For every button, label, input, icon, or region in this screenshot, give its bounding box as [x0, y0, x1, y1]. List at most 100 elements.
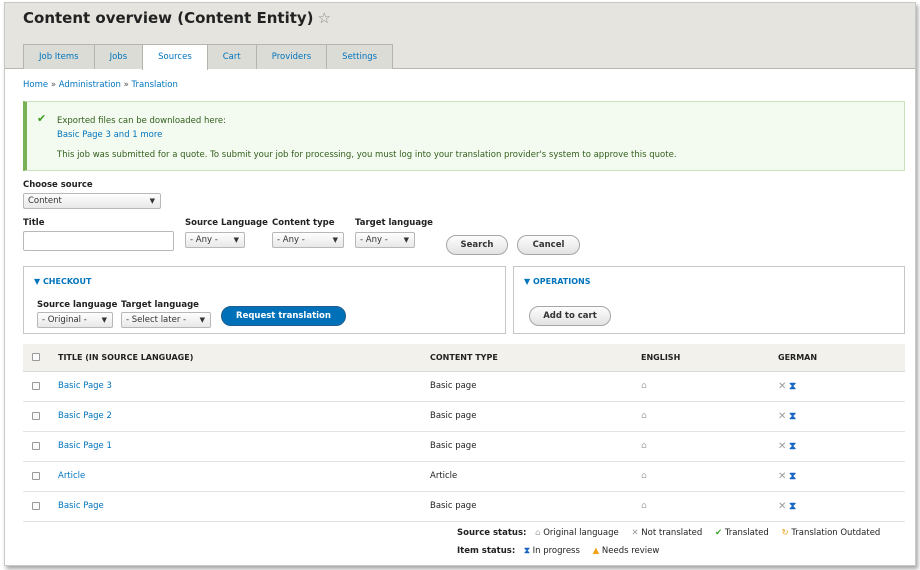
checkout-target-language-label: Target language	[121, 300, 199, 310]
legend-needs-review: Needs review	[601, 546, 660, 556]
add-to-cart-button[interactable]: Add to cart	[529, 306, 611, 326]
hourglass-icon[interactable]: ⧗	[789, 441, 796, 452]
row-title-link[interactable]: Basic Page 3	[58, 381, 112, 391]
row-content-type: Basic page	[429, 491, 640, 522]
source-status-legend: Source status: ⌂ Original language ✕ Not…	[457, 528, 880, 538]
column-english: ENGLISH	[640, 344, 777, 372]
house-icon: ⌂	[641, 501, 647, 511]
legend-not-translated: Not translated	[641, 528, 703, 538]
status-message: ✔ Exported files can be downloaded here:…	[23, 101, 905, 171]
source-status-label: Source status:	[457, 528, 527, 538]
row-content-type: Basic page	[429, 431, 640, 462]
source-language-value: - Any -	[190, 235, 218, 245]
tab-cart[interactable]: Cart	[206, 44, 257, 69]
row-checkbox[interactable]	[32, 411, 40, 420]
page-header: Content overview (Content Entity) ☆ Job I…	[5, 3, 915, 70]
choose-source-label: Choose source	[23, 180, 93, 190]
row-content-type: Basic page	[429, 371, 640, 402]
source-language-select[interactable]: - Any - ▼	[185, 232, 245, 248]
breadcrumb-home[interactable]: Home	[23, 80, 48, 90]
choose-source-select[interactable]: Content ▼	[23, 193, 161, 209]
x-icon: ✕	[778, 380, 787, 392]
chevron-down-icon: ▼	[403, 236, 409, 244]
item-status-legend: Item status: ⧗ In progress ▲ Needs revie…	[457, 546, 659, 556]
hourglass-icon[interactable]: ⧗	[789, 411, 796, 422]
tab-jobs[interactable]: Jobs	[93, 44, 144, 69]
tab-job-items[interactable]: Job Items	[23, 44, 95, 69]
breadcrumb-translation[interactable]: Translation	[132, 80, 178, 90]
row-checkbox[interactable]	[32, 381, 40, 390]
star-outline-icon[interactable]: ☆	[318, 9, 331, 27]
legend-original-language: Original language	[543, 528, 619, 538]
house-icon: ⌂	[641, 411, 647, 421]
tab-sources[interactable]: Sources	[142, 44, 208, 70]
breadcrumb-administration[interactable]: Administration	[59, 80, 121, 90]
checkout-panel-title[interactable]: ▼ CHECKOUT	[34, 277, 91, 286]
cancel-button[interactable]: Cancel	[517, 235, 580, 255]
checkout-panel: ▼ CHECKOUT Source language - Original - …	[23, 266, 506, 334]
hourglass-icon[interactable]: ⧗	[789, 501, 796, 512]
checkmark-icon: ✔	[37, 112, 47, 125]
chevron-down-icon: ▼	[199, 316, 205, 324]
table-row: Article Article ⌂ ✕ ⧗	[23, 461, 905, 492]
checkout-source-language-label: Source language	[37, 300, 118, 310]
x-icon: ✕	[778, 440, 787, 452]
column-title[interactable]: TITLE (IN SOURCE LANGUAGE)	[57, 344, 429, 372]
tab-settings[interactable]: Settings	[326, 44, 394, 69]
target-language-select[interactable]: - Any - ▼	[355, 232, 415, 248]
breadcrumb-separator: »	[50, 80, 57, 90]
row-title-link[interactable]: Basic Page 2	[58, 411, 112, 421]
row-title-link[interactable]: Article	[58, 471, 85, 481]
title-filter-label: Title	[23, 218, 45, 228]
download-link[interactable]: Basic Page 3 and 1 more	[57, 130, 162, 140]
checkout-source-language-value: - Original -	[42, 315, 87, 325]
row-title-link[interactable]: Basic Page 1	[58, 441, 112, 451]
select-all-cell	[23, 344, 57, 372]
warning-triangle-icon: ▲	[592, 546, 600, 556]
house-icon: ⌂	[641, 471, 647, 481]
refresh-icon: ↻	[781, 528, 789, 538]
breadcrumb-separator: »	[123, 80, 129, 90]
breadcrumb: Home » Administration » Translation	[23, 80, 178, 90]
legend-translation-outdated: Translation Outdated	[791, 528, 881, 538]
request-translation-button[interactable]: Request translation	[221, 306, 346, 326]
target-language-label: Target language	[355, 218, 433, 228]
search-button[interactable]: Search	[446, 235, 508, 255]
row-checkbox[interactable]	[32, 471, 40, 480]
column-content-type: CONTENT TYPE	[429, 344, 640, 372]
target-language-value: - Any -	[360, 235, 388, 245]
chevron-down-icon: ▼	[101, 316, 107, 324]
message-text: Exported files can be downloaded here:	[57, 116, 226, 126]
choose-source-value: Content	[28, 196, 62, 206]
select-all-checkbox[interactable]	[32, 353, 40, 362]
hourglass-icon[interactable]: ⧗	[789, 471, 796, 482]
sources-table: TITLE (IN SOURCE LANGUAGE) CONTENT TYPE …	[23, 344, 905, 522]
source-language-label: Source Language	[185, 218, 268, 228]
checkout-target-language-value: - Select later -	[126, 315, 187, 325]
operations-panel: ▼ OPERATIONS Add to cart	[513, 266, 905, 334]
x-icon: ✕	[631, 528, 639, 538]
row-checkbox[interactable]	[32, 441, 40, 450]
row-checkbox[interactable]	[32, 501, 40, 510]
table-row: Basic Page 2 Basic page ⌂ ✕ ⧗	[23, 401, 905, 432]
row-title-link[interactable]: Basic Page	[58, 501, 104, 511]
legend-translated: Translated	[724, 528, 769, 538]
title-filter-input[interactable]	[23, 231, 174, 251]
x-icon: ✕	[778, 500, 787, 512]
content-type-label: Content type	[272, 218, 335, 228]
checkout-source-language-select[interactable]: - Original - ▼	[37, 312, 113, 328]
content-type-value: - Any -	[277, 235, 305, 245]
tab-providers[interactable]: Providers	[255, 44, 328, 69]
checkout-target-language-select[interactable]: - Select later - ▼	[121, 312, 211, 328]
hourglass-icon[interactable]: ⧗	[789, 381, 796, 392]
page-title: Content overview (Content Entity)	[23, 9, 314, 27]
content-type-select[interactable]: - Any - ▼	[272, 232, 344, 248]
x-icon: ✕	[778, 410, 787, 422]
chevron-down-icon: ▼	[149, 197, 155, 205]
table-header-row: TITLE (IN SOURCE LANGUAGE) CONTENT TYPE …	[23, 344, 905, 372]
operations-panel-title[interactable]: ▼ OPERATIONS	[524, 277, 591, 286]
table-row: Basic Page 1 Basic page ⌂ ✕ ⧗	[23, 431, 905, 462]
row-content-type: Basic page	[429, 401, 640, 432]
item-status-label: Item status:	[457, 546, 516, 556]
message-note: This job was submitted for a quote. To s…	[57, 150, 677, 160]
